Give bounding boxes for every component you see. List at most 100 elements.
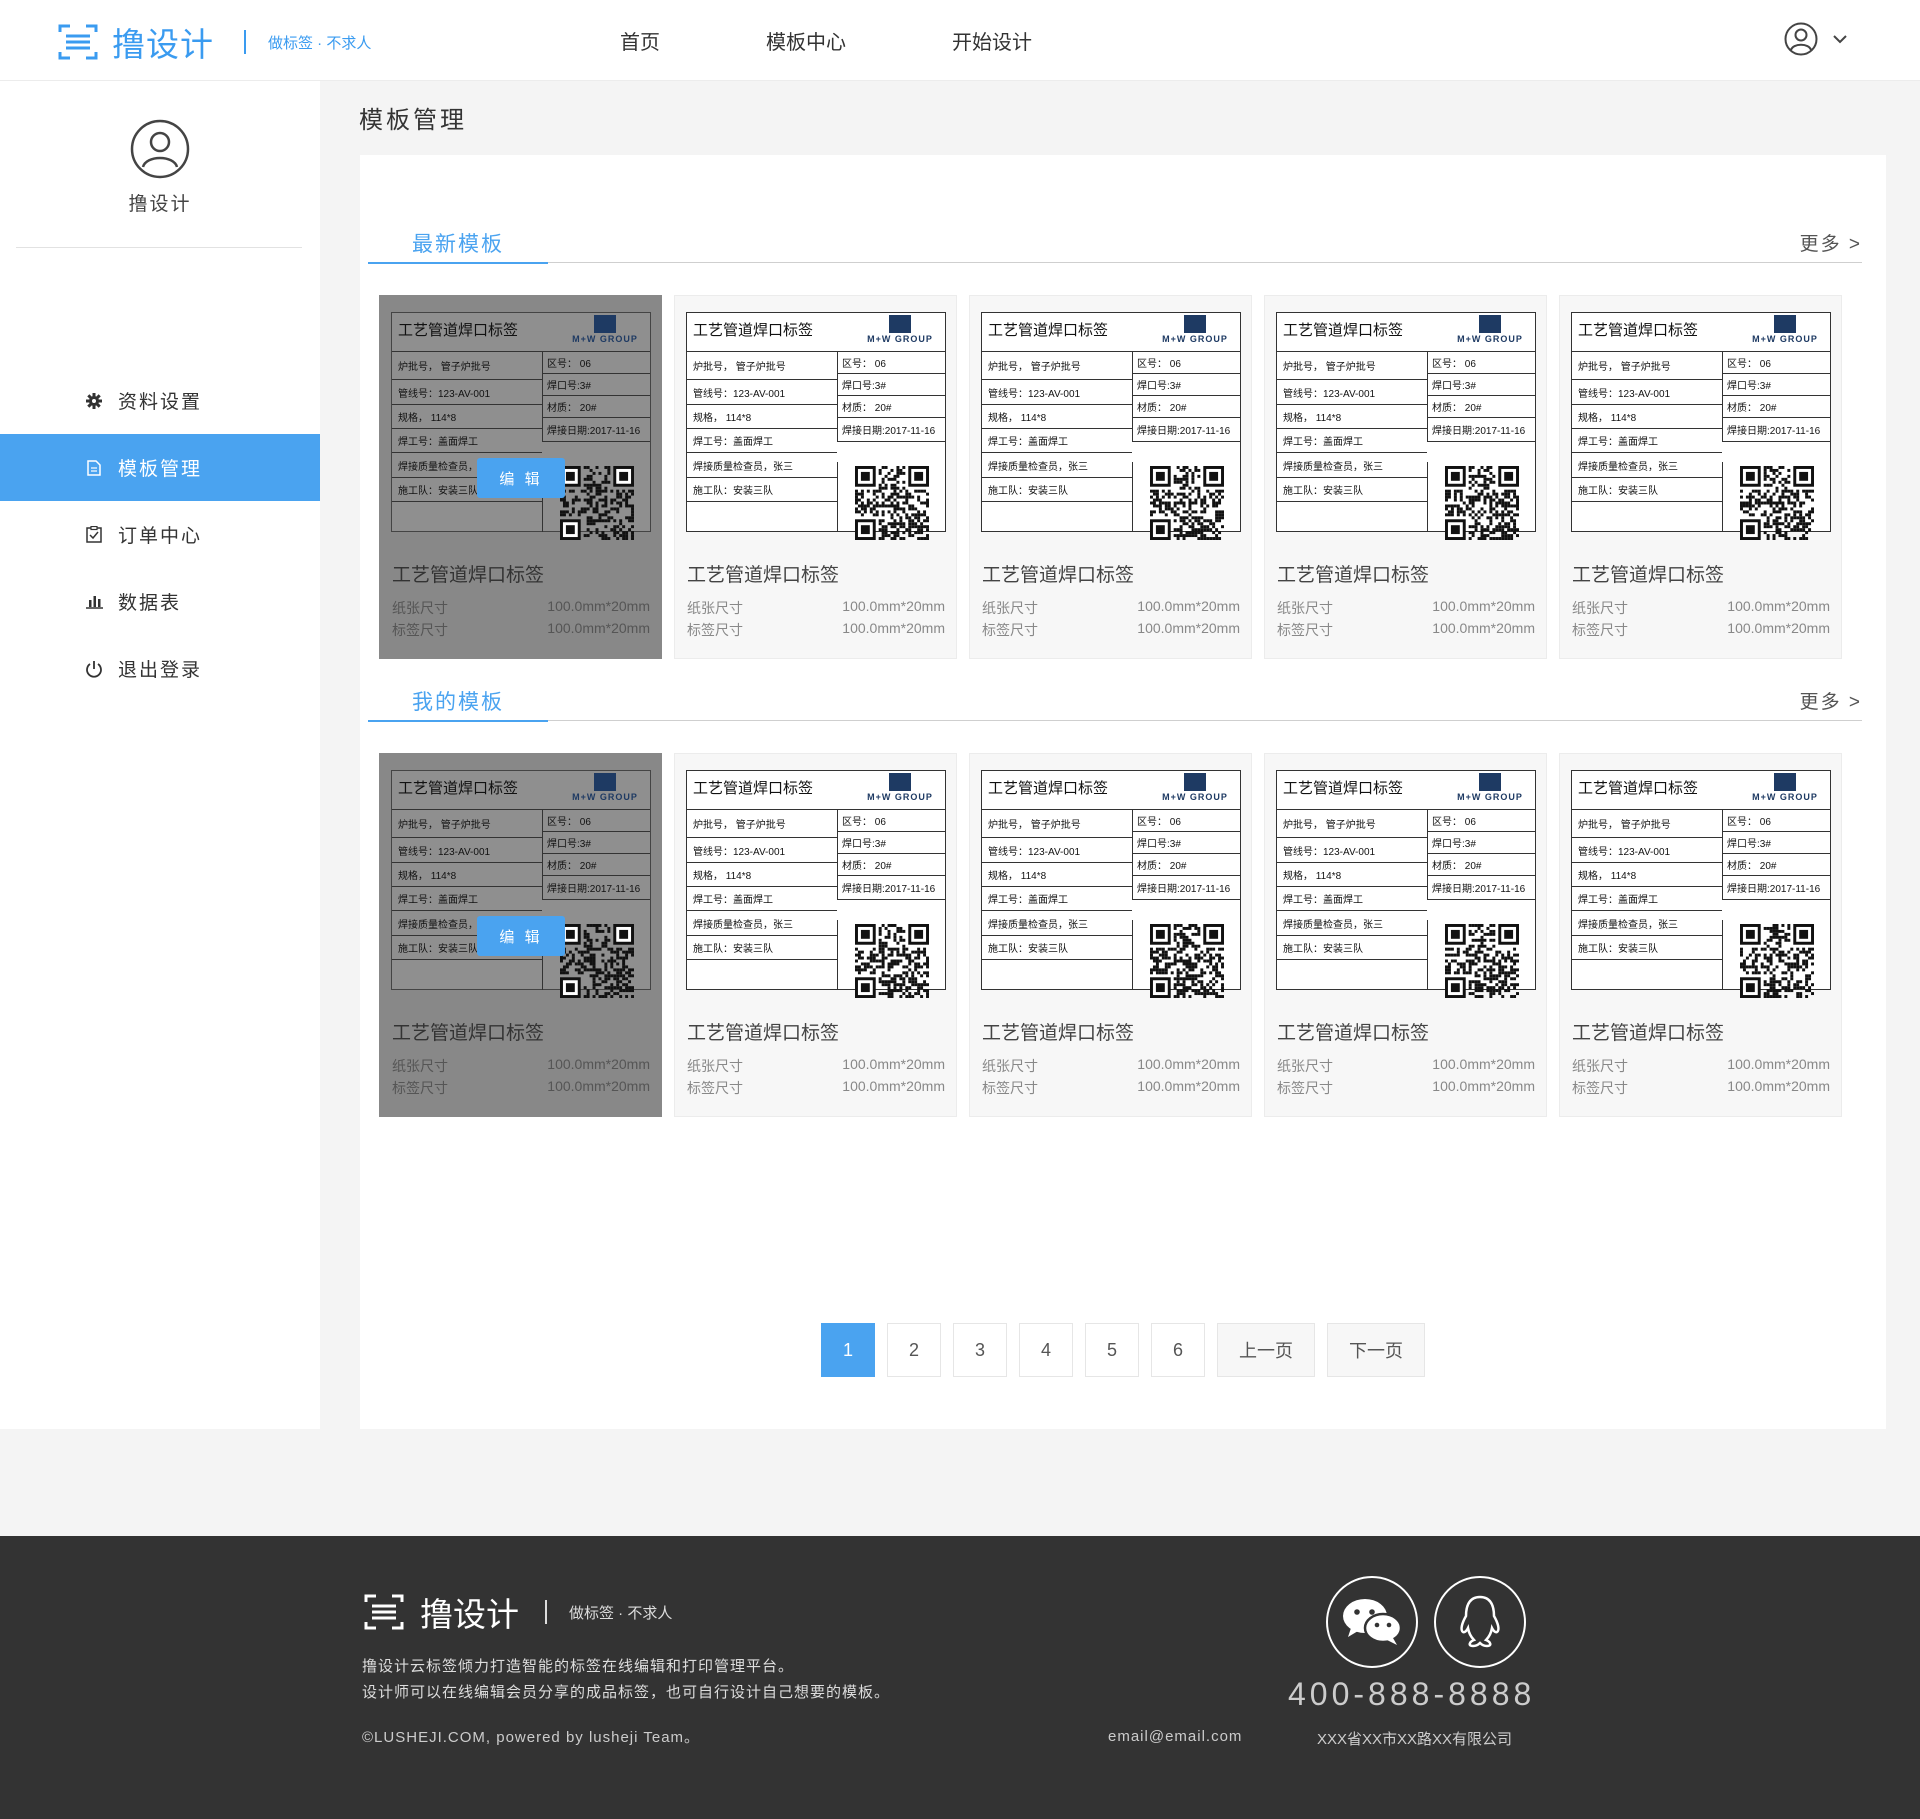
label-preview-grid: 炉批号， 管子炉批号 管线号：123-AV-001 规格， 114*8 焊工号：盖面焊… xyxy=(392,809,650,998)
label-preview-field: 规格， 114*8 xyxy=(687,863,837,887)
label-preview-field: 规格， 114*8 xyxy=(392,405,542,429)
label-size-label: 标签尺寸 xyxy=(1572,622,1628,638)
label-size-row: 标签尺寸 100.0mm*20mm xyxy=(1572,620,1830,640)
label-size-row: 标签尺寸 100.0mm*20mm xyxy=(392,620,650,640)
label-preview-field: 管线号：123-AV-001 xyxy=(1277,838,1427,863)
page-button[interactable]: 5 xyxy=(1085,1323,1139,1377)
sidebar-item-template-management[interactable]: 模板管理 xyxy=(0,434,320,501)
label-size-value: 100.0mm*20mm xyxy=(1137,620,1240,636)
label-preview-field: 规格， 114*8 xyxy=(687,405,837,429)
section-title[interactable]: 我的模板 xyxy=(368,686,548,722)
brand-name: M+W GROUP xyxy=(1457,792,1523,802)
sidebar-item-label: 数据表 xyxy=(118,593,182,614)
label-preview-field: 炉批号， 管子炉批号 xyxy=(392,352,542,380)
label-preview-brand: M+W GROUP xyxy=(1158,315,1232,344)
page-button[interactable]: 6 xyxy=(1151,1323,1205,1377)
label-preview-field: 炉批号， 管子炉批号 xyxy=(392,810,542,838)
logo-slogan: 做标签 · 不求人 xyxy=(268,34,372,52)
label-size-row: 标签尺寸 100.0mm*20mm xyxy=(982,620,1240,640)
more-link[interactable]: 更多 > xyxy=(1800,687,1862,714)
qq-button[interactable] xyxy=(1434,1576,1526,1668)
power-icon xyxy=(84,659,104,679)
template-card[interactable]: 工艺管道焊口标签 M+W GROUP 炉批号， 管子炉批号 管线号：123-AV-00… xyxy=(969,753,1252,1117)
label-preview-grid: 炉批号， 管子炉批号 管线号：123-AV-001 规格， 114*8 焊工号：盖面焊… xyxy=(1277,809,1535,998)
label-preview-field: 焊工号：盖面焊工 xyxy=(687,429,837,453)
edit-button[interactable]: 编 辑 xyxy=(477,916,565,956)
label-preview-field: 焊接质量检查员，张三 xyxy=(1277,911,1427,936)
label-preview-field: 管线号：123-AV-001 xyxy=(392,838,542,863)
template-card[interactable]: 工艺管道焊口标签 M+W GROUP 炉批号， 管子炉批号 管线号：123-AV-00… xyxy=(969,295,1252,659)
sidebar-item-order-center[interactable]: 订单中心 xyxy=(0,501,320,568)
paper-size-row: 纸张尺寸 100.0mm*20mm xyxy=(1277,1056,1535,1076)
paper-size-label: 纸张尺寸 xyxy=(1277,1058,1333,1074)
label-size-label: 标签尺寸 xyxy=(392,622,448,638)
label-size-value: 100.0mm*20mm xyxy=(842,1078,945,1094)
page-button[interactable]: 4 xyxy=(1019,1323,1073,1377)
paper-size-label: 纸张尺寸 xyxy=(687,600,743,616)
label-preview-field: 焊接质量检查员，张三 xyxy=(1572,453,1722,478)
label-preview-field: 焊工号：盖面焊工 xyxy=(1572,887,1722,911)
label-size-row: 标签尺寸 100.0mm*20mm xyxy=(687,1078,945,1098)
label-preview-field: 区号： 06 xyxy=(1132,352,1240,374)
label-preview: 工艺管道焊口标签 M+W GROUP 炉批号， 管子炉批号 管线号：123-AV-00… xyxy=(686,770,946,998)
label-preview-title: 工艺管道焊口标签 xyxy=(1283,322,1404,339)
label-preview-field: 管线号：123-AV-001 xyxy=(392,380,542,405)
template-card[interactable]: 工艺管道焊口标签 M+W GROUP 炉批号， 管子炉批号 管线号：123-AV-00… xyxy=(674,295,957,659)
sidebar-item-profile-settings[interactable]: 资料设置 xyxy=(0,367,320,434)
brand-name: M+W GROUP xyxy=(867,334,933,344)
label-preview-field: 焊工号：盖面焊工 xyxy=(1277,887,1427,911)
sidebar-item-data-table[interactable]: 数据表 xyxy=(0,568,320,635)
page-button[interactable]: 3 xyxy=(953,1323,1007,1377)
section-header-mine: 我的模板 更多 > xyxy=(368,681,1862,722)
document-icon xyxy=(84,458,104,478)
nav-template-center[interactable]: 模板中心 xyxy=(766,26,846,55)
label-preview-field: 材质： 20# xyxy=(542,396,650,418)
footer-slogan: 做标签 · 不求人 xyxy=(569,1604,673,1622)
template-card[interactable]: 工艺管道焊口标签 M+W GROUP 炉批号， 管子炉批号 管线号：123-AV-00… xyxy=(1264,295,1547,659)
sidebar-username: 撸设计 xyxy=(128,194,192,215)
edit-button[interactable]: 编 辑 xyxy=(477,458,565,498)
brand-logo-icon xyxy=(889,315,911,333)
footer-address: XXX省XX市XX路XX有限公司 xyxy=(1317,1731,1513,1748)
brand-logo-icon xyxy=(1774,773,1796,791)
page-button[interactable]: 1 xyxy=(821,1323,875,1377)
template-card[interactable]: 工艺管道焊口标签 M+W GROUP 炉批号， 管子炉批号 管线号：123-AV-00… xyxy=(1264,753,1547,1117)
sidebar-divider xyxy=(16,247,302,248)
label-preview-field: 焊接日期:2017-11-16 xyxy=(542,418,650,442)
wechat-button[interactable] xyxy=(1326,1576,1418,1668)
brand-logo-icon xyxy=(1479,773,1501,791)
nav-home[interactable]: 首页 xyxy=(620,26,660,55)
template-card[interactable]: 工艺管道焊口标签 M+W GROUP 炉批号， 管子炉批号 管线号：123-AV-00… xyxy=(1559,295,1842,659)
page-button[interactable]: 2 xyxy=(887,1323,941,1377)
label-preview-grid: 炉批号， 管子炉批号 管线号：123-AV-001 规格， 114*8 焊工号：盖面焊… xyxy=(982,809,1240,998)
user-menu[interactable] xyxy=(1784,22,1850,56)
template-card[interactable]: 工艺管道焊口标签 M+W GROUP 炉批号， 管子炉批号 管线号：123-AV-00… xyxy=(1559,753,1842,1117)
logo[interactable]: 撸设计 做标签 · 不求人 xyxy=(56,18,371,66)
label-preview-brand: M+W GROUP xyxy=(863,315,937,344)
section-title[interactable]: 最新模板 xyxy=(368,228,548,264)
template-name: 工艺管道焊口标签 xyxy=(1572,565,1725,586)
prev-page-button[interactable]: 上一页 xyxy=(1217,1323,1315,1377)
template-card[interactable]: 工艺管道焊口标签 M+W GROUP 炉批号， 管子炉批号 管线号：123-AV-00… xyxy=(379,295,662,659)
footer-email[interactable]: email@email.com xyxy=(1108,1728,1242,1745)
sidebar-item-logout[interactable]: 退出登录 xyxy=(0,635,320,702)
paper-size-value: 100.0mm*20mm xyxy=(1137,598,1240,614)
label-preview-field: 施工队：安装三队 xyxy=(687,478,837,502)
paper-size-value: 100.0mm*20mm xyxy=(547,598,650,614)
label-size-label: 标签尺寸 xyxy=(1277,622,1333,638)
label-size-row: 标签尺寸 100.0mm*20mm xyxy=(687,620,945,640)
label-preview: 工艺管道焊口标签 M+W GROUP 炉批号， 管子炉批号 管线号：123-AV-00… xyxy=(981,312,1241,540)
template-card[interactable]: 工艺管道焊口标签 M+W GROUP 炉批号， 管子炉批号 管线号：123-AV-00… xyxy=(379,753,662,1117)
template-card[interactable]: 工艺管道焊口标签 M+W GROUP 炉批号， 管子炉批号 管线号：123-AV-00… xyxy=(674,753,957,1117)
more-link[interactable]: 更多 > xyxy=(1800,229,1862,256)
label-preview-field: 焊口号:3# xyxy=(1722,374,1830,396)
label-preview-field: 材质： 20# xyxy=(1427,396,1535,418)
next-page-button[interactable]: 下一页 xyxy=(1327,1323,1425,1377)
label-size-row: 标签尺寸 100.0mm*20mm xyxy=(1572,1078,1830,1098)
label-preview-qr xyxy=(1427,462,1535,540)
label-preview-field: 规格， 114*8 xyxy=(1572,405,1722,429)
label-preview: 工艺管道焊口标签 M+W GROUP 炉批号， 管子炉批号 管线号：123-AV-00… xyxy=(981,770,1241,998)
label-preview: 工艺管道焊口标签 M+W GROUP 炉批号， 管子炉批号 管线号：123-AV-00… xyxy=(1276,312,1536,540)
paper-size-row: 纸张尺寸 100.0mm*20mm xyxy=(392,1056,650,1076)
nav-start-design[interactable]: 开始设计 xyxy=(952,26,1032,55)
